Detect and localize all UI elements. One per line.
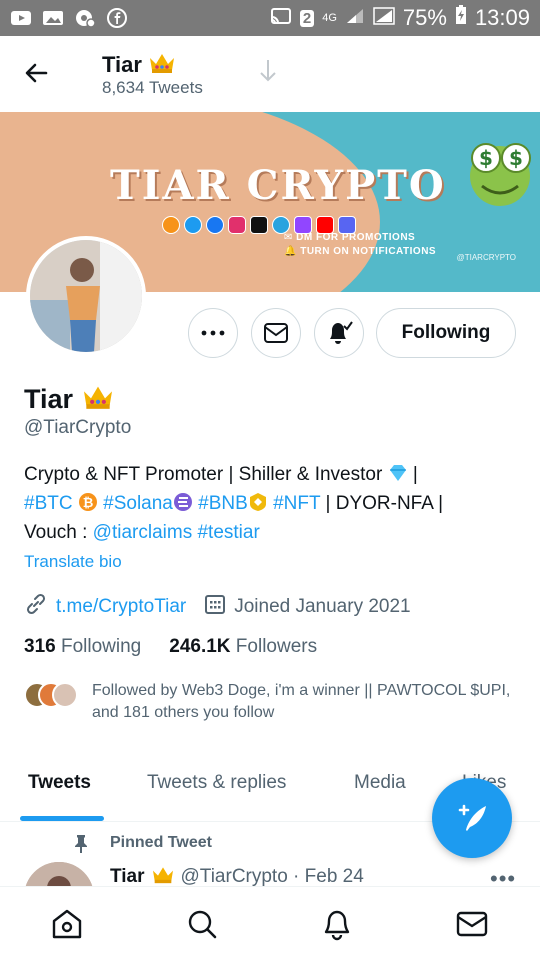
hashtag-btc[interactable]: #BTC xyxy=(24,493,73,514)
compose-tweet-button[interactable] xyxy=(432,778,512,858)
pull-refresh-icon xyxy=(258,58,278,84)
hashtag-testiar[interactable]: #testiar xyxy=(197,522,259,543)
svg-text:₿: ₿ xyxy=(83,496,94,511)
tweet-handle-date: @TiarCrypto · Feb 24 xyxy=(180,866,364,887)
feather-plus-icon xyxy=(458,804,486,831)
crown-icon xyxy=(81,382,115,417)
bottom-navigation xyxy=(0,886,540,960)
money-face-emoji-icon: $ $ xyxy=(464,138,536,210)
tab-tweets[interactable]: Tweets xyxy=(28,772,91,794)
instagram-icon xyxy=(228,216,246,234)
banner-dm-promotions: ✉ DM FOR PROMOTIONS xyxy=(284,232,416,243)
bio-line2-tail: | DYOR-NFA | xyxy=(320,493,444,514)
nav-messages-button[interactable] xyxy=(455,907,489,941)
active-tab-indicator xyxy=(20,816,104,821)
avatar-photo-icon xyxy=(30,240,142,352)
tab-media[interactable]: Media xyxy=(354,772,406,794)
hashtag-solana[interactable]: #Solana xyxy=(103,493,173,514)
signal-icon xyxy=(345,5,365,31)
cast-icon xyxy=(270,5,292,31)
translate-bio-link[interactable]: Translate bio xyxy=(24,552,122,572)
solana-icon xyxy=(173,492,193,512)
followers-count: 246.1K xyxy=(169,636,231,657)
bitcoin-icon xyxy=(162,216,180,234)
follower-avatar xyxy=(52,682,78,708)
facebook-icon xyxy=(206,216,224,234)
tab-tweets-replies[interactable]: Tweets & replies xyxy=(147,772,286,794)
following-count-link[interactable]: 316 Following xyxy=(24,636,141,658)
followed-by-avatars xyxy=(24,682,84,710)
message-button[interactable] xyxy=(251,308,301,358)
banner-handle-tag: @TIARCRYPTO xyxy=(456,253,516,262)
pin-icon xyxy=(72,834,90,854)
bio-line1: Crypto & NFT Promoter | Shiller & Invest… xyxy=(24,464,388,485)
link-icon xyxy=(24,592,48,622)
profile-avatar[interactable] xyxy=(26,236,146,356)
pinned-tweet-label: Pinned Tweet xyxy=(110,834,212,851)
follow-counts: 316 Following 246.1K Followers xyxy=(24,636,317,658)
gallery-notification-icon xyxy=(42,8,64,28)
hashtag-bnb[interactable]: #BNB xyxy=(198,493,248,514)
header-name-row: Tiar xyxy=(102,50,176,80)
crown-icon xyxy=(148,50,176,80)
profile-name: Tiar xyxy=(24,384,74,414)
bio-vouch-label: Vouch : xyxy=(24,522,93,543)
following-button[interactable]: Following xyxy=(376,308,516,358)
status-bar: 2 4G 75% 13:09 xyxy=(0,0,540,36)
youtube-notification-icon xyxy=(10,8,32,28)
settings-notification-icon xyxy=(74,8,96,28)
following-count-label: Following xyxy=(55,636,142,657)
calendar-icon xyxy=(204,593,226,621)
bell-check-icon xyxy=(330,321,353,344)
network-label: 4G xyxy=(322,12,337,24)
bitcoin-icon: ₿ xyxy=(78,492,98,512)
gem-icon xyxy=(388,463,408,483)
notifications-toggle-button[interactable] xyxy=(314,308,364,358)
nav-notifications-button[interactable] xyxy=(320,907,354,941)
back-button[interactable] xyxy=(22,58,52,88)
followers-count-label: Followers xyxy=(230,636,318,657)
arrow-left-icon xyxy=(25,63,48,83)
home-icon xyxy=(52,909,82,939)
banner-brand-text: TIAR CRYPTO xyxy=(110,162,446,209)
joined-date: Joined January 2021 xyxy=(234,596,411,617)
envelope-icon xyxy=(456,911,488,937)
hashtag-nft[interactable]: #NFT xyxy=(273,493,320,514)
bnb-icon xyxy=(248,492,268,512)
battery-percent: 75% xyxy=(402,5,447,30)
clock: 13:09 xyxy=(474,5,530,30)
followers-count-link[interactable]: 246.1K Followers xyxy=(169,636,317,658)
nav-search-button[interactable] xyxy=(185,907,219,941)
profile-meta: t.me/CryptoTiar Joined January 2021 xyxy=(24,592,411,622)
followed-by-text: Followed by Web3 Doge, i'm a winner || P… xyxy=(92,682,511,721)
sim-badge: 2 xyxy=(299,9,315,27)
twitter-icon xyxy=(184,216,202,234)
bell-icon xyxy=(324,910,350,941)
header-tweet-count: 8,634 Tweets xyxy=(102,78,203,97)
profile-handle: @TiarCrypto xyxy=(24,417,132,438)
battery-icon xyxy=(455,5,467,31)
more-options-button[interactable] xyxy=(188,308,238,358)
envelope-icon xyxy=(264,323,288,343)
nav-home-button[interactable] xyxy=(50,907,84,941)
facebook-notification-icon xyxy=(106,8,128,28)
more-dots-icon xyxy=(201,330,225,336)
svg-text:$: $ xyxy=(509,146,523,170)
profile-header: Tiar 8,634 Tweets xyxy=(0,36,540,110)
profile-bio: Crypto & NFT Promoter | Shiller & Invest… xyxy=(24,460,524,547)
profile-website-link[interactable]: t.me/CryptoTiar xyxy=(56,596,186,618)
following-count: 316 xyxy=(24,636,56,657)
header-name: Tiar xyxy=(102,52,142,77)
tweet-author-name[interactable]: Tiar xyxy=(110,866,145,888)
signal-icon-2 xyxy=(373,5,395,31)
profile-name-row: Tiar xyxy=(24,382,115,417)
banner-notifications: 🔔 TURN ON NOTIFICATIONS xyxy=(284,246,437,257)
followed-by-row[interactable]: Followed by Web3 Doge, i'm a winner || P… xyxy=(24,680,512,724)
svg-text:$: $ xyxy=(479,146,493,170)
bio-line1-end: | xyxy=(407,464,418,485)
mention-tiarclaims[interactable]: @tiarclaims xyxy=(93,522,193,543)
tiktok-icon xyxy=(250,216,268,234)
search-icon xyxy=(188,910,217,939)
